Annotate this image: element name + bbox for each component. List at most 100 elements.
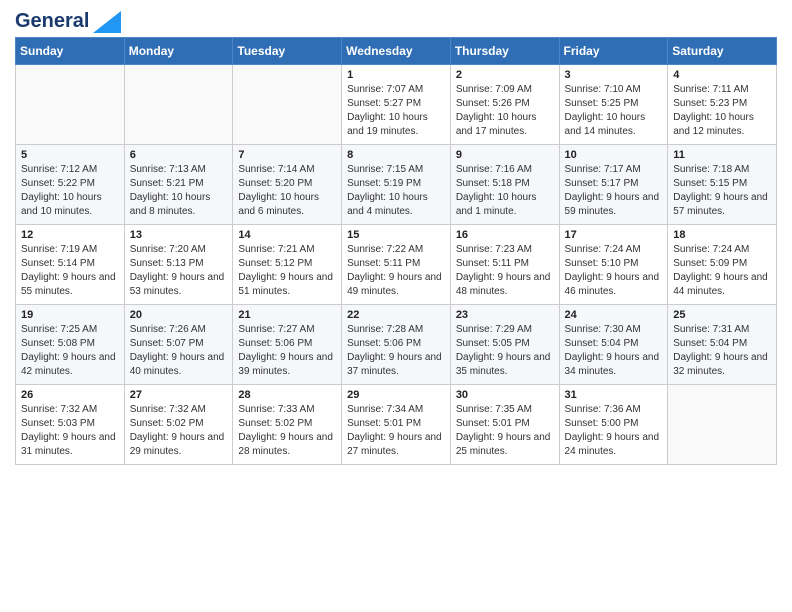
sunset-text: Sunset: 5:27 PM: [347, 97, 445, 111]
calendar-cell: [668, 385, 777, 465]
day-number: 27: [130, 389, 228, 401]
day-info: Sunrise: 7:13 AMSunset: 5:21 PMDaylight:…: [130, 163, 228, 219]
calendar-week-3: 12Sunrise: 7:19 AMSunset: 5:14 PMDayligh…: [16, 225, 777, 305]
sunset-text: Sunset: 5:12 PM: [238, 257, 336, 271]
calendar-cell: 31Sunrise: 7:36 AMSunset: 5:00 PMDayligh…: [559, 385, 668, 465]
sunset-text: Sunset: 5:17 PM: [565, 177, 663, 191]
sunset-text: Sunset: 5:18 PM: [456, 177, 554, 191]
daylight-text: Daylight: 9 hours and 27 minutes.: [347, 431, 445, 459]
page-header: General: [15, 10, 777, 29]
calendar-cell: 29Sunrise: 7:34 AMSunset: 5:01 PMDayligh…: [342, 385, 451, 465]
calendar-cell: 19Sunrise: 7:25 AMSunset: 5:08 PMDayligh…: [16, 305, 125, 385]
calendar-week-2: 5Sunrise: 7:12 AMSunset: 5:22 PMDaylight…: [16, 145, 777, 225]
sunrise-text: Sunrise: 7:15 AM: [347, 163, 445, 177]
calendar-cell: 5Sunrise: 7:12 AMSunset: 5:22 PMDaylight…: [16, 145, 125, 225]
day-number: 1: [347, 69, 445, 81]
sunset-text: Sunset: 5:23 PM: [673, 97, 771, 111]
day-info: Sunrise: 7:28 AMSunset: 5:06 PMDaylight:…: [347, 323, 445, 379]
day-info: Sunrise: 7:32 AMSunset: 5:03 PMDaylight:…: [21, 403, 119, 459]
weekday-header-friday: Friday: [559, 38, 668, 65]
weekday-header-wednesday: Wednesday: [342, 38, 451, 65]
sunrise-text: Sunrise: 7:34 AM: [347, 403, 445, 417]
sunrise-text: Sunrise: 7:14 AM: [238, 163, 336, 177]
calendar-cell: 10 Sunrise: 7:17 AMSunset: 5:17 PMDayligh…: [559, 145, 668, 225]
day-number: 3: [565, 69, 663, 81]
calendar-cell: 24Sunrise: 7:30 AMSunset: 5:04 PMDayligh…: [559, 305, 668, 385]
daylight-text: Daylight: 9 hours and 51 minutes.: [238, 271, 336, 299]
daylight-text: Daylight: 10 hours and 6 minutes.: [238, 191, 336, 219]
daylight-text: Daylight: 9 hours and 42 minutes.: [21, 351, 119, 379]
calendar-cell: 16Sunrise: 7:23 AMSunset: 5:11 PMDayligh…: [450, 225, 559, 305]
calendar-week-4: 19Sunrise: 7:25 AMSunset: 5:08 PMDayligh…: [16, 305, 777, 385]
day-number: 14: [238, 229, 336, 241]
daylight-text: Daylight: 9 hours and 46 minutes.: [565, 271, 663, 299]
day-info: Sunrise: 7:30 AMSunset: 5:04 PMDaylight:…: [565, 323, 663, 379]
calendar-cell: 27 Sunrise: 7:32 AMSunset: 5:02 PMDayligh…: [124, 385, 233, 465]
day-info: Sunrise: 7:27 AMSunset: 5:06 PMDaylight:…: [238, 323, 336, 379]
daylight-text: Daylight: 9 hours and 29 minutes.: [130, 431, 228, 459]
day-number: 22: [347, 309, 445, 321]
sunrise-text: Sunrise: 7:26 AM: [130, 323, 228, 337]
calendar-cell: 9Sunrise: 7:16 AMSunset: 5:18 PMDaylight…: [450, 145, 559, 225]
day-info: Sunrise: 7:20 AMSunset: 5:13 PMDaylight:…: [130, 243, 228, 299]
day-number: 7: [238, 149, 336, 161]
calendar-cell: 22 Sunrise: 7:28 AMSunset: 5:06 PMDayligh…: [342, 305, 451, 385]
calendar-cell: [16, 65, 125, 145]
sunrise-text: Sunrise: 7:19 AM: [21, 243, 119, 257]
sunset-text: Sunset: 5:05 PM: [456, 337, 554, 351]
day-number: 25: [673, 309, 771, 321]
daylight-text: Daylight: 9 hours and 39 minutes.: [238, 351, 336, 379]
calendar-cell: 4Sunrise: 7:11 AMSunset: 5:23 PMDaylight…: [668, 65, 777, 145]
calendar-cell: 18Sunrise: 7:24 AMSunset: 5:09 PMDayligh…: [668, 225, 777, 305]
day-info: Sunrise: 7:24 AMSunset: 5:09 PMDaylight:…: [673, 243, 771, 299]
sunset-text: Sunset: 5:19 PM: [347, 177, 445, 191]
day-number: 5: [21, 149, 119, 161]
day-info: Sunrise: 7:22 AMSunset: 5:11 PMDaylight:…: [347, 243, 445, 299]
daylight-text: Daylight: 9 hours and 35 minutes.: [456, 351, 554, 379]
calendar-cell: [233, 65, 342, 145]
sunset-text: Sunset: 5:25 PM: [565, 97, 663, 111]
day-info: Sunrise: 7:09 AMSunset: 5:26 PMDaylight:…: [456, 83, 554, 139]
day-info: Sunrise: 7:25 AMSunset: 5:08 PMDaylight:…: [21, 323, 119, 379]
sunrise-text: Sunrise: 7:09 AM: [456, 83, 554, 97]
sunset-text: Sunset: 5:11 PM: [456, 257, 554, 271]
day-number: 8: [347, 149, 445, 161]
sunset-text: Sunset: 5:15 PM: [673, 177, 771, 191]
day-number: 17: [565, 229, 663, 241]
day-number: 11: [673, 149, 771, 161]
sunset-text: Sunset: 5:21 PM: [130, 177, 228, 191]
day-info: Sunrise: 7:33 AMSunset: 5:02 PMDaylight:…: [238, 403, 336, 459]
day-number: 21: [238, 309, 336, 321]
sunset-text: Sunset: 5:04 PM: [673, 337, 771, 351]
day-info: Sunrise: 7:10 AMSunset: 5:25 PMDaylight:…: [565, 83, 663, 139]
sunrise-text: Sunrise: 7:07 AM: [347, 83, 445, 97]
sunrise-text: Sunrise: 7:35 AM: [456, 403, 554, 417]
day-info: Sunrise: 7:32 AMSunset: 5:02 PMDaylight:…: [130, 403, 228, 459]
logo: General: [15, 10, 121, 29]
calendar-cell: 8Sunrise: 7:15 AMSunset: 5:19 PMDaylight…: [342, 145, 451, 225]
sunrise-text: Sunrise: 7:13 AM: [130, 163, 228, 177]
day-number: 10: [565, 149, 663, 161]
day-number: 12: [21, 229, 119, 241]
sunset-text: Sunset: 5:20 PM: [238, 177, 336, 191]
daylight-text: Daylight: 9 hours and 40 minutes.: [130, 351, 228, 379]
daylight-text: Daylight: 9 hours and 31 minutes.: [21, 431, 119, 459]
day-info: Sunrise: 7:17 AMSunset: 5:17 PMDaylight:…: [565, 163, 663, 219]
calendar-cell: 7 Sunrise: 7:14 AMSunset: 5:20 PMDaylight…: [233, 145, 342, 225]
day-info: Sunrise: 7:23 AMSunset: 5:11 PMDaylight:…: [456, 243, 554, 299]
logo-general: General: [15, 10, 89, 33]
calendar-week-5: 26Sunrise: 7:32 AMSunset: 5:03 PMDayligh…: [16, 385, 777, 465]
sunset-text: Sunset: 5:07 PM: [130, 337, 228, 351]
weekday-header-thursday: Thursday: [450, 38, 559, 65]
sunset-text: Sunset: 5:03 PM: [21, 417, 119, 431]
sunset-text: Sunset: 5:22 PM: [21, 177, 119, 191]
sunset-text: Sunset: 5:01 PM: [347, 417, 445, 431]
sunrise-text: Sunrise: 7:17 AM: [565, 163, 663, 177]
calendar-cell: 11 Sunrise: 7:18 AMSunset: 5:15 PMDayligh…: [668, 145, 777, 225]
day-info: Sunrise: 7:18 AMSunset: 5:15 PMDaylight:…: [673, 163, 771, 219]
day-number: 23: [456, 309, 554, 321]
sunset-text: Sunset: 5:04 PM: [565, 337, 663, 351]
sunset-text: Sunset: 5:01 PM: [456, 417, 554, 431]
calendar-table: SundayMondayTuesdayWednesdayThursdayFrid…: [15, 37, 777, 465]
daylight-text: Daylight: 10 hours and 8 minutes.: [130, 191, 228, 219]
